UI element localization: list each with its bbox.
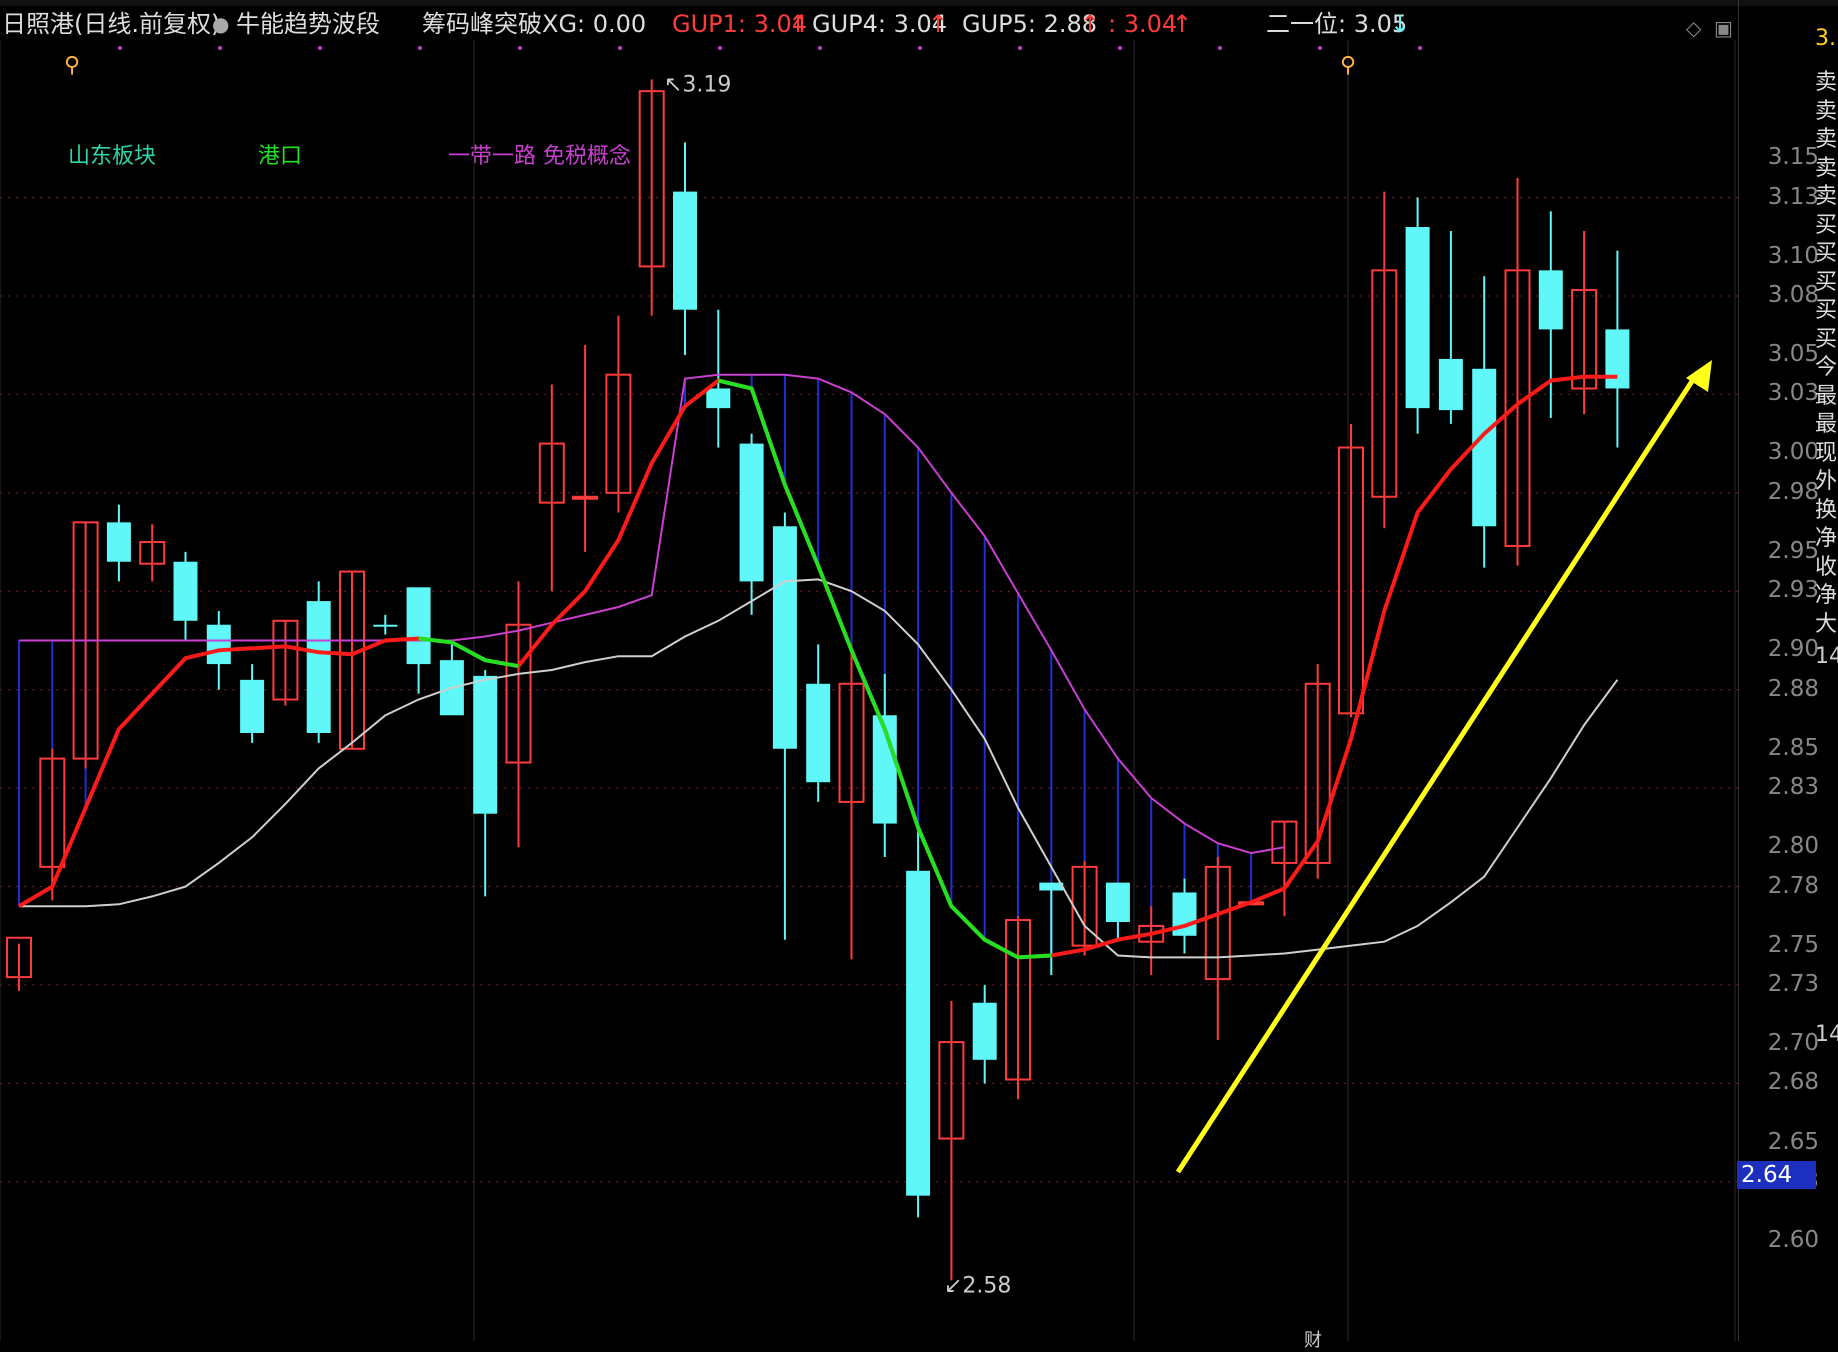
top-dot xyxy=(618,46,622,50)
quote-side-label[interactable]: 卖 xyxy=(1815,150,1837,182)
mid-number: 14 xyxy=(1815,1022,1838,1047)
ma-magenta-line xyxy=(19,373,1285,855)
candle-body xyxy=(572,495,599,500)
quote-side-label[interactable]: 买 xyxy=(1815,264,1837,296)
side-number: 3. xyxy=(1815,26,1836,51)
quote-side-label[interactable]: 卖 xyxy=(1815,93,1837,125)
price-tick-label: 2.65 xyxy=(1767,1128,1819,1155)
mid-number: 14 xyxy=(1815,644,1838,669)
price-tick-label: 2.60 xyxy=(1767,1226,1819,1253)
quote-side-label[interactable]: 买 xyxy=(1815,207,1837,239)
quote-side-label[interactable]: 买 xyxy=(1815,321,1837,353)
price-tick-label: 2.95 xyxy=(1767,537,1819,564)
low-marker: ↙2.58 xyxy=(944,1273,1011,1298)
candle-body xyxy=(240,679,265,733)
candle-body xyxy=(806,683,831,783)
candle-body xyxy=(1472,368,1497,527)
top-dot xyxy=(318,46,322,50)
price-tick-label: 3.13 xyxy=(1767,183,1819,210)
price-tick-label: 3.08 xyxy=(1767,281,1819,308)
price-tick-label: 2.90 xyxy=(1767,636,1819,663)
candle-body xyxy=(306,601,331,733)
candle-body xyxy=(972,1002,997,1060)
candle-body xyxy=(106,522,131,562)
kline-chart: ↖3.19 ↙2.58 ⚲ ⚲ xyxy=(0,40,1738,1341)
candle-body xyxy=(1605,329,1630,389)
quote-side-label[interactable]: 最 xyxy=(1815,406,1837,438)
quote-side-label[interactable]: 净 xyxy=(1815,520,1837,552)
price-tick-label: 2.70 xyxy=(1767,1030,1819,1057)
candle-body xyxy=(739,443,764,582)
quote-side-label[interactable]: 现 xyxy=(1815,435,1837,467)
top-dot xyxy=(818,46,822,50)
price-tick-label: 2.80 xyxy=(1767,833,1819,860)
candle-body xyxy=(406,587,431,665)
top-dot xyxy=(1018,46,1022,50)
quote-side-label[interactable]: 换 xyxy=(1815,492,1837,524)
quote-side-label[interactable]: 卖 xyxy=(1815,121,1837,153)
top-dot xyxy=(918,46,922,50)
top-dot xyxy=(418,46,422,50)
ma-green-line xyxy=(418,636,519,669)
price-tick-label: 3.10 xyxy=(1767,242,1819,269)
kline-window: 日照港(日线.前复权) ● 牛能趋势波段 筹码峰突破XG: 0.00 GUP1:… xyxy=(0,0,1838,1351)
candle-body xyxy=(1538,270,1563,330)
price-tick-label: 2.85 xyxy=(1767,734,1819,761)
quote-side-label[interactable]: 今 xyxy=(1815,349,1837,381)
price-tick-label: 3.05 xyxy=(1767,341,1819,367)
price-tick-label: 2.88 xyxy=(1767,675,1819,702)
price-tick-label: 2.75 xyxy=(1767,931,1819,958)
candle-body xyxy=(772,526,797,749)
top-dot xyxy=(518,46,522,50)
person-marker-icon: ⚲ xyxy=(64,53,80,78)
top-dot xyxy=(218,46,222,50)
quote-side-label[interactable]: 卖 xyxy=(1815,64,1837,96)
top-dot xyxy=(1418,46,1422,50)
candle-body xyxy=(473,675,498,814)
trend-arrow xyxy=(1175,370,1701,1174)
price-tick-label: 3.03 xyxy=(1767,380,1819,407)
candle-body xyxy=(706,388,731,409)
price-tick-label: 2.83 xyxy=(1767,774,1819,801)
current-price-box: 2.64 xyxy=(1737,1161,1816,1189)
price-tick-label: 2.98 xyxy=(1767,478,1819,505)
price-tick-label: 2.68 xyxy=(1767,1069,1819,1096)
bottom-char: 财 xyxy=(1304,1330,1322,1351)
person-marker-icon: ⚲ xyxy=(1340,53,1356,78)
price-tick-label: 2.73 xyxy=(1767,971,1819,997)
price-axis: 3.15 3.13 3.10 3.08 3.05 3.03 3.00 2.98 2.95 2.93… xyxy=(1738,0,1838,1341)
price-tick-label: 2.78 xyxy=(1767,872,1819,899)
quote-side-label[interactable]: 净 xyxy=(1815,577,1837,609)
quote-side-label[interactable]: 外 xyxy=(1815,463,1837,495)
candle-body xyxy=(1438,358,1463,411)
top-dot xyxy=(118,46,122,50)
quote-side-label[interactable]: 买 xyxy=(1815,235,1837,267)
high-marker: ↖3.19 xyxy=(664,72,731,97)
candle-body xyxy=(1405,227,1430,409)
quote-side-label[interactable]: 买 xyxy=(1815,292,1837,324)
candle-body xyxy=(1105,882,1130,922)
price-tick-label: 3.00 xyxy=(1767,439,1819,466)
top-dot xyxy=(1218,46,1222,50)
quote-side-label[interactable]: 最 xyxy=(1815,378,1837,410)
quote-side-label[interactable]: 卖 xyxy=(1815,178,1837,210)
price-tick-label: 3.15 xyxy=(1767,144,1819,171)
candle-body xyxy=(206,624,231,665)
candle-body xyxy=(373,624,398,627)
top-dot xyxy=(1118,46,1122,50)
top-dot xyxy=(1318,46,1322,50)
candle-body xyxy=(673,191,697,310)
top-dot xyxy=(718,46,722,50)
candle-body xyxy=(173,561,198,621)
quote-side-label[interactable]: 收 xyxy=(1815,549,1837,581)
candle-body xyxy=(906,870,931,1196)
quote-side-label[interactable]: 大 xyxy=(1815,606,1837,638)
price-tick-label: 2.93 xyxy=(1767,577,1819,604)
